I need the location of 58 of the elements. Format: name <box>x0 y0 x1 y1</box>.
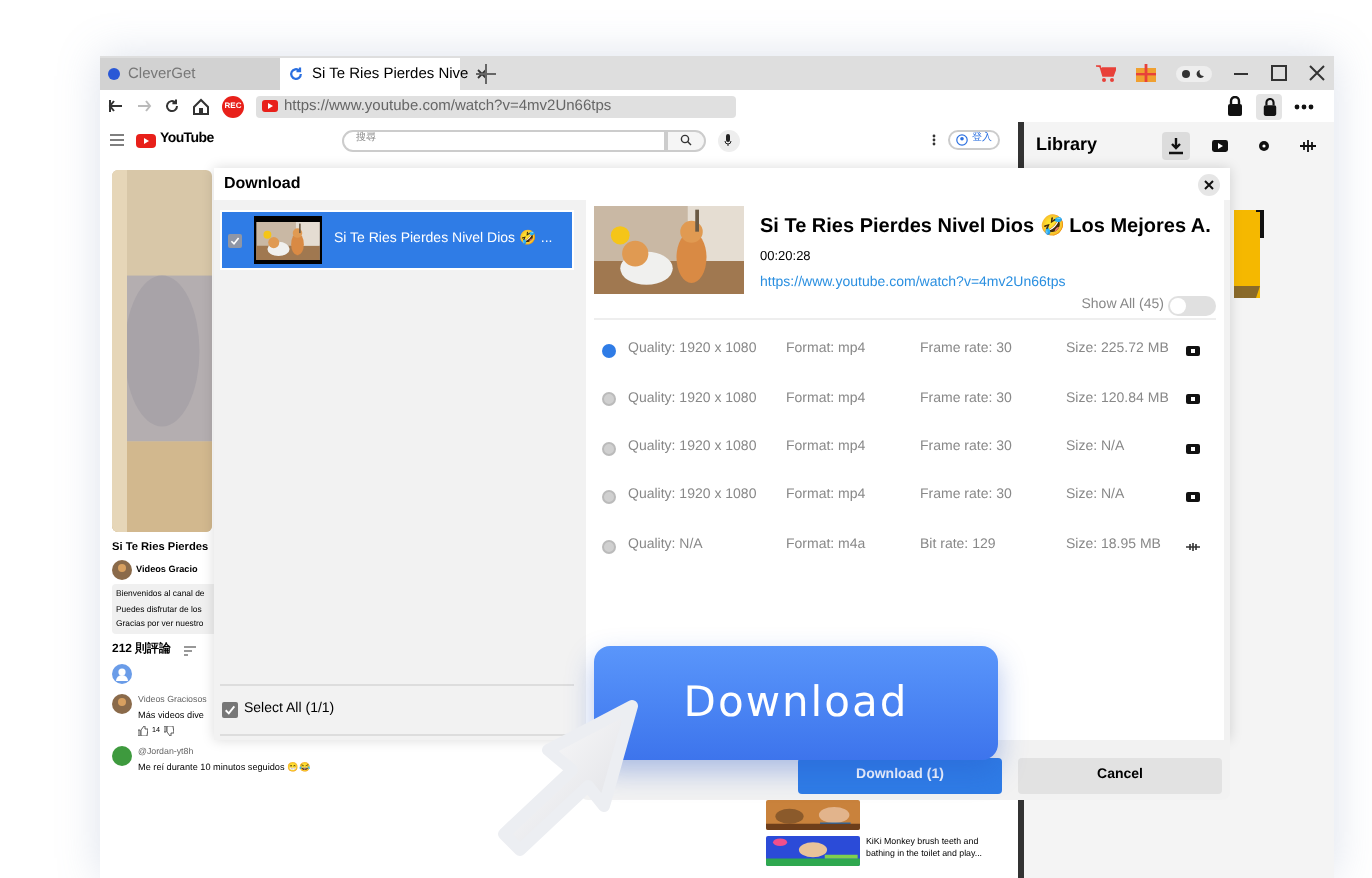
play-icon <box>136 133 156 147</box>
more-icon[interactable] <box>1294 103 1314 109</box>
video-title: Si Te Ries Pierdes Nivel Dios 🤣 Los Mejores A. <box>760 212 1211 242</box>
radio-button[interactable] <box>602 392 616 407</box>
lock-icon[interactable] <box>1226 96 1244 116</box>
video-icon <box>1186 443 1200 454</box>
audio-icon <box>1186 541 1200 551</box>
search-icon <box>679 134 692 146</box>
video-icon <box>1186 345 1200 356</box>
radio-button[interactable] <box>602 343 616 358</box>
back-icon[interactable] <box>108 98 124 114</box>
home-icon[interactable] <box>192 97 210 115</box>
video-icon <box>1210 136 1230 156</box>
library-title: Library <box>1036 132 1098 159</box>
cart-icon[interactable] <box>1096 64 1116 82</box>
promo-download-button[interactable]: Download <box>594 646 998 760</box>
radio-button[interactable] <box>602 441 616 456</box>
plus-icon[interactable] <box>476 64 496 84</box>
thumbs-down-icon[interactable] <box>164 725 174 736</box>
reload-icon[interactable] <box>164 98 180 114</box>
show-all-toggle[interactable] <box>1168 296 1216 317</box>
check-icon <box>230 235 240 245</box>
close-icon <box>1204 179 1214 189</box>
checkbox[interactable] <box>222 702 238 718</box>
video-site-icon <box>262 100 278 112</box>
download-icon <box>1166 136 1186 156</box>
theme-toggle-icon[interactable] <box>1176 65 1212 81</box>
thumbs-up-icon[interactable] <box>138 725 148 736</box>
video-icon <box>1186 394 1200 405</box>
lock-icon <box>1261 97 1277 115</box>
menu-icon[interactable] <box>110 134 124 146</box>
sort-icon[interactable] <box>183 646 196 657</box>
microphone-icon <box>724 134 733 146</box>
avatar-icon <box>112 560 132 581</box>
logo-icon <box>108 68 120 80</box>
library-download-tab[interactable] <box>1162 132 1190 160</box>
voice-search-button[interactable] <box>717 129 740 151</box>
search-button[interactable] <box>665 129 706 151</box>
maximize-icon[interactable] <box>1270 64 1288 82</box>
close-icon[interactable] <box>476 68 489 80</box>
radio-button[interactable] <box>602 490 616 505</box>
close-button[interactable] <box>1198 173 1220 195</box>
radio-button[interactable] <box>602 539 616 553</box>
close-icon[interactable] <box>1308 64 1326 82</box>
record-icon <box>1254 136 1274 156</box>
refresh-icon <box>288 66 304 82</box>
check-icon <box>224 704 236 716</box>
video-icon <box>1186 492 1200 503</box>
locked-tab-button[interactable] <box>1256 93 1282 119</box>
avatar-icon <box>112 664 132 685</box>
avatar-icon <box>112 694 132 715</box>
gift-icon[interactable] <box>1136 64 1156 82</box>
checkbox[interactable] <box>228 233 242 247</box>
dialog-title: Download <box>224 172 301 196</box>
avatar-icon <box>112 746 132 767</box>
audio-icon <box>1298 136 1318 156</box>
document-drawing <box>1234 210 1264 302</box>
account-icon <box>956 134 968 146</box>
